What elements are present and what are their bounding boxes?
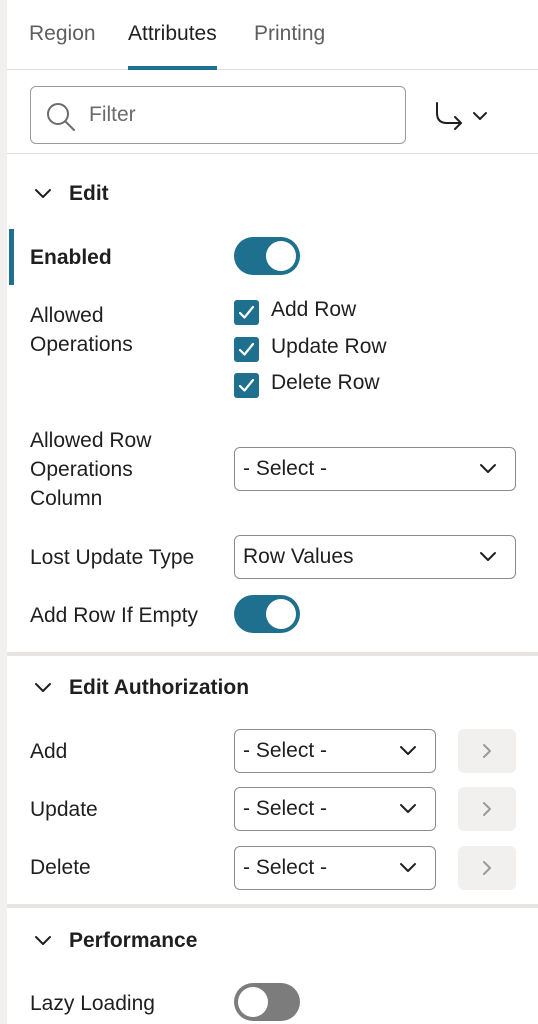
section-edit-authorization-title: Edit Authorization	[69, 676, 250, 699]
chevron-right-icon	[483, 802, 491, 816]
chevron-down-icon	[400, 746, 416, 755]
chevron-right-icon	[483, 744, 491, 758]
checkbox-checked-icon	[234, 373, 259, 398]
chevron-right-icon	[483, 861, 491, 875]
checkbox-checked-icon	[234, 337, 259, 362]
chevron-down-icon	[35, 683, 51, 692]
auth-delete-label: Delete	[30, 856, 91, 879]
tab-bar: Region Attributes Printing	[7, 0, 538, 70]
chevron-down-icon	[400, 863, 416, 872]
auth-add-goto-button[interactable]	[458, 729, 516, 773]
search-row	[7, 71, 538, 154]
section-performance-title: Performance	[69, 929, 198, 952]
chevron-down-icon	[35, 189, 51, 198]
tab-attributes[interactable]: Attributes	[128, 22, 217, 70]
chevron-down-icon	[400, 804, 416, 813]
auth-add-label: Add	[30, 740, 68, 763]
auth-delete-goto-button[interactable]	[458, 846, 516, 890]
left-rail	[0, 0, 7, 1024]
checkbox-checked-icon	[234, 300, 259, 325]
goto-group-icon	[436, 102, 487, 130]
lazy-loading-label: Lazy Loading	[30, 992, 155, 1015]
chevron-down-icon	[480, 464, 496, 473]
section-divider	[7, 652, 538, 656]
auth-update-goto-button[interactable]	[458, 787, 516, 831]
chevron-down-icon	[480, 552, 496, 561]
auth-update-select[interactable]: - Select -	[234, 787, 436, 831]
chevron-down-icon	[35, 936, 51, 945]
allowed-row-ops-column-label: Allowed Row Operations Column	[30, 429, 152, 510]
section-performance-header[interactable]: Performance	[7, 914, 538, 970]
add-row-if-empty-label: Add Row If Empty	[30, 604, 199, 627]
section-divider	[7, 904, 538, 908]
tab-region[interactable]: Region	[29, 22, 96, 70]
auth-add-select[interactable]: - Select -	[234, 729, 436, 773]
active-row-marker	[9, 229, 14, 285]
enabled-toggle[interactable]	[234, 237, 300, 275]
section-edit-header[interactable]: Edit	[7, 167, 538, 223]
add-row-if-empty-toggle[interactable]	[234, 595, 300, 633]
auth-delete-select[interactable]: - Select -	[234, 846, 436, 890]
goto-group-button[interactable]	[432, 99, 496, 133]
section-edit-title: Edit	[69, 182, 109, 205]
filter-box	[30, 86, 406, 144]
lazy-loading-toggle[interactable]	[234, 983, 300, 1021]
lost-update-type-select[interactable]: Row Values	[234, 535, 516, 579]
enabled-label: Enabled	[30, 246, 112, 269]
tab-printing[interactable]: Printing	[254, 22, 325, 70]
allowed-operations-label: Allowed Operations	[30, 304, 133, 356]
search-icon	[45, 101, 77, 138]
allowed-row-ops-column-select[interactable]: - Select -	[234, 447, 516, 491]
auth-update-label: Update	[30, 798, 98, 821]
section-edit-authorization-header[interactable]: Edit Authorization	[7, 661, 538, 717]
filter-input[interactable]	[89, 99, 389, 131]
lost-update-type-label: Lost Update Type	[30, 546, 195, 569]
